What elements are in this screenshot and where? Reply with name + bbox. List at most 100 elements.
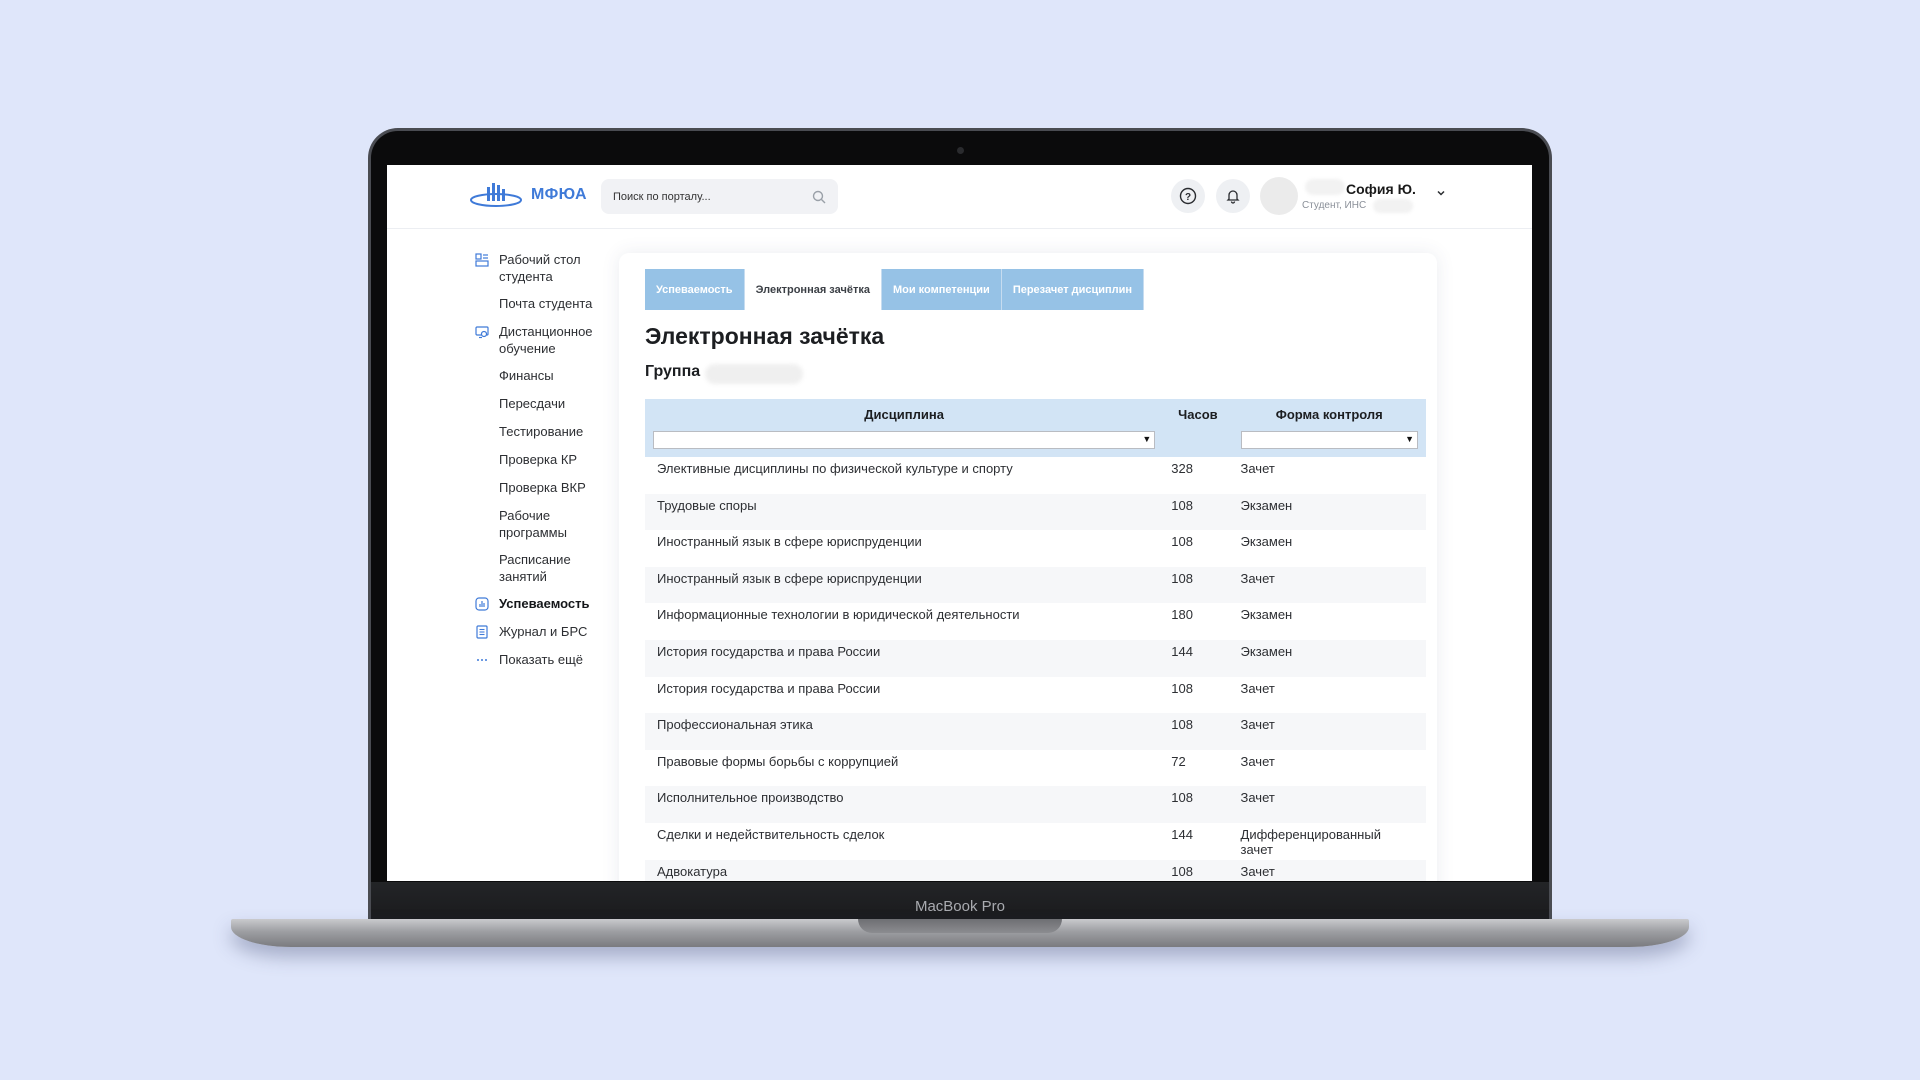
browser-screen: МФЮА ? София Ю. Студент, ИНС [387,165,1532,881]
cell-control-form: Зачет [1232,786,1426,823]
sidebar-item-mail[interactable]: Почта студента [473,295,603,313]
cell-discipline: Трудовые споры [645,493,1164,531]
table-row[interactable]: Иностранный язык в сфере юриспруденции 10… [645,530,1426,567]
logo[interactable]: МФЮА [469,181,587,209]
journal-icon [473,623,491,641]
sidebar-item-show-more[interactable]: Показать ещё [473,651,603,669]
sidebar-item-label: Рабочие программы [499,508,567,540]
table-row[interactable]: Правовые формы борьбы с коррупцией 72 Заче… [645,750,1426,787]
laptop-notch [858,919,1062,933]
avatar[interactable] [1260,177,1298,215]
notifications-button[interactable] [1216,179,1250,213]
discipline-filter-select[interactable]: ▼ [653,431,1156,449]
cell-hours: 108 [1171,680,1193,696]
svg-text:?: ? [1185,192,1191,203]
cell-hours: 108 [1163,493,1233,531]
cell-control-form: Экзамен [1232,639,1426,677]
search-input[interactable] [613,190,812,203]
search-box[interactable] [601,179,838,214]
sidebar-item-label: Расписание занятий [499,552,571,584]
sidebar-item-label: Журнал и БРС [499,624,588,639]
table-row[interactable]: История государства и права России 144 Экз… [645,639,1426,677]
table-row[interactable]: Сделки и недействительность сделок 144 Диф… [645,823,1426,860]
redacted-group-name [705,364,803,384]
cell-discipline: Правовые формы борьбы с коррупцией [657,753,899,769]
group-label: Группа [645,363,701,380]
cell-hours: 328 [1171,461,1193,476]
column-header-control-form[interactable]: Форма контроля [1232,399,1426,429]
sidebar-item-work-programs[interactable]: Рабочие программы [473,507,603,541]
sidebar-item-label: Финансы [499,368,554,383]
performance-icon [473,595,491,613]
tab-my-competencies[interactable]: Мои компетенции [881,269,1002,310]
cell-control-form: Зачет [1240,680,1275,696]
camera-icon [957,147,964,154]
page-title: Электронная зачётка [645,323,885,349]
help-icon: ? [1179,187,1197,205]
table-row[interactable]: Профессиональная этика 108 Зачет [645,713,1426,750]
help-button[interactable]: ? [1171,179,1205,213]
cell-discipline: История государства и права России [657,680,881,696]
cell-hours: 108 [1171,534,1193,550]
sidebar-item-label: Показать ещё [499,652,584,667]
table-row[interactable]: Элективные дисциплины по физической куль… [645,457,1426,494]
cell-discipline: История государства и права России [645,639,1164,677]
sidebar-item-testing[interactable]: Тестирование [473,423,603,441]
cell-control-form: Зачет [1232,859,1426,881]
table-row[interactable]: Исполнительное производство 108 Зачет [645,786,1426,823]
search-icon[interactable] [812,190,826,204]
cell-hours: 72 [1171,753,1186,769]
cell-control-form: Зачет [1232,713,1426,750]
cell-discipline: Адвокатура [645,859,1164,881]
main-card: Успеваемость Электронная зачётка Мои ком… [619,253,1437,881]
control-form-filter-select[interactable]: ▼ [1240,431,1418,449]
cell-control-form: Зачет [1240,461,1275,476]
cell-discipline: Сделки и недействительность сделок [657,826,885,842]
dropdown-arrow-icon: ▼ [1405,434,1414,444]
cell-discipline: Профессиональная этика [645,713,1164,750]
tab-bar: Успеваемость Электронная зачётка Мои ком… [645,269,1145,310]
tab-performance[interactable]: Успеваемость [645,269,745,310]
dashboard-icon [473,251,491,269]
laptop-model-label: MacBook Pro [914,898,1006,915]
sidebar-item-dashboard[interactable]: Рабочий стол студента [473,251,603,285]
tab-electronic-record-book[interactable]: Электронная зачётка [744,269,882,310]
cell-hours: 108 [1163,713,1233,750]
top-bar: МФЮА ? София Ю. Студент, ИНС [387,165,1532,229]
cell-discipline: Исполнительное производство [645,786,1164,823]
cell-discipline: Иностранный язык в сфере юриспруденции [645,566,1164,604]
table-row[interactable]: Иностранный язык в сфере юриспруденции 10… [645,566,1426,604]
cell-hours: 108 [1163,566,1233,604]
table-row[interactable]: Адвокатура 108 Зачет [645,859,1426,881]
cell-discipline: Информационные технологии в юридической … [657,607,1020,623]
table-row[interactable]: Трудовые споры 108 Экзамен [645,493,1426,531]
column-header-hours[interactable]: Часов [1163,399,1233,429]
table-body: Элективные дисциплины по физической куль… [645,457,1426,881]
sidebar-item-retakes[interactable]: Пересдачи [473,395,603,413]
sidebar-item-performance[interactable]: Успеваемость [473,595,603,613]
record-book-table: Дисциплина Часов Форма контроля ▼ ▼ Элек… [645,399,1426,881]
sidebar-item-label: Проверка КР [499,452,578,467]
cell-control-form: Экзамен [1240,607,1293,623]
sidebar-item-journal[interactable]: Журнал и БРС [473,623,603,641]
cell-discipline: Элективные дисциплины по физической куль… [657,461,1013,476]
sidebar-item-finance[interactable]: Финансы [473,367,603,385]
chevron-down-icon[interactable] [1435,187,1447,199]
brand-name: МФЮА [531,186,587,203]
more-dots-icon [473,651,491,669]
user-name[interactable]: София Ю. [1346,181,1416,197]
tab-credit-transfer[interactable]: Перезачет дисциплин [1001,269,1145,310]
sidebar-item-distance-learning[interactable]: Дистанционное обучение [473,323,603,357]
sidebar-item-label: Тестирование [499,424,584,439]
sidebar-item-label: Рабочий стол студента [499,252,581,284]
cell-control-form: Зачет [1232,566,1426,604]
table-row[interactable]: Информационные технологии в юридической … [645,603,1426,640]
table-row[interactable]: История государства и права России 108 Зач… [645,677,1426,714]
sidebar-item-vkr-check[interactable]: Проверка ВКР [473,479,603,497]
sidebar-item-schedule[interactable]: Расписание занятий [473,551,603,585]
sidebar-item-kr-check[interactable]: Проверка КР [473,451,603,469]
column-header-discipline[interactable]: Дисциплина [645,399,1164,429]
cell-control-form: Зачет [1240,753,1275,769]
cell-control-form: Экзамен [1232,493,1426,531]
cell-control-form: Экзамен [1240,534,1293,550]
